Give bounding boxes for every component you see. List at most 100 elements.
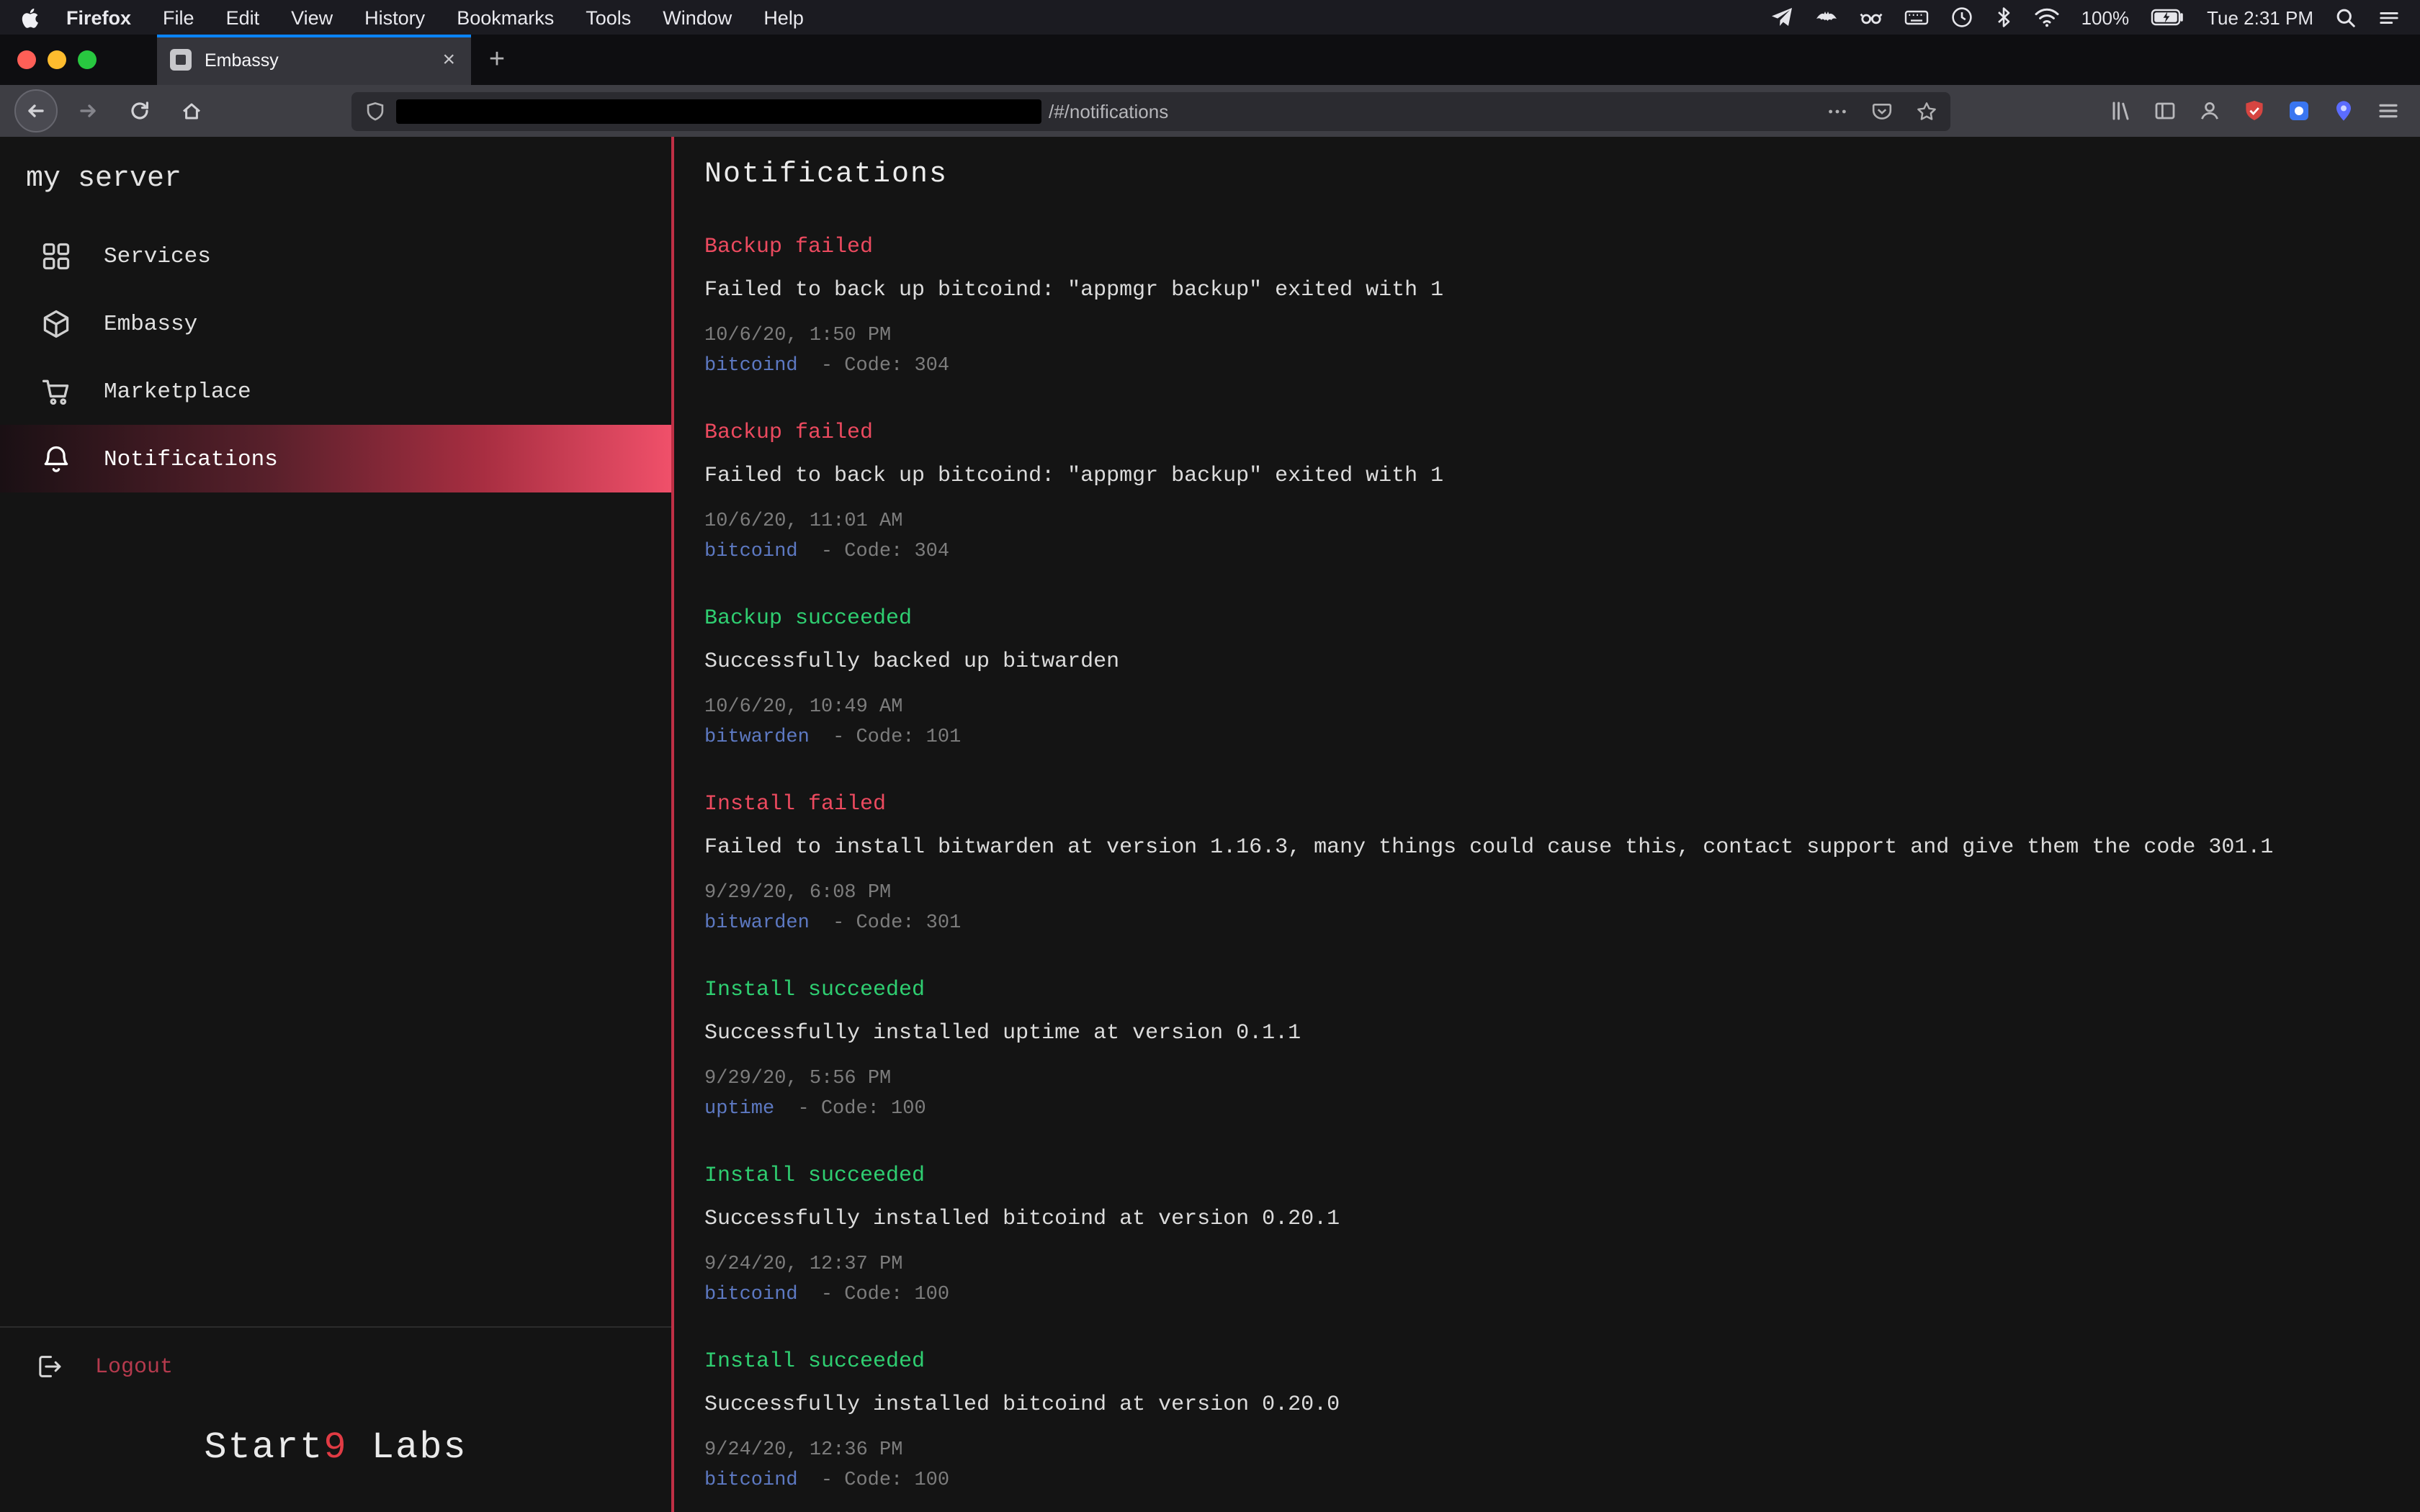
logout-button[interactable]: Logout xyxy=(0,1328,671,1405)
screen: Firefox File Edit View History Bookmarks… xyxy=(0,0,2420,1512)
menu-tools[interactable]: Tools xyxy=(570,6,647,28)
notification-service-link[interactable]: bitwarden xyxy=(704,913,810,935)
menu-edit[interactable]: Edit xyxy=(210,6,276,28)
cube-icon xyxy=(40,307,72,339)
notification-title: Install succeeded xyxy=(704,1162,2391,1191)
apple-menu-icon[interactable] xyxy=(20,6,42,28)
library-icon[interactable] xyxy=(2109,99,2132,122)
hamburger-menu-icon[interactable] xyxy=(2377,99,2400,122)
menubar-app-name[interactable]: Firefox xyxy=(50,6,147,28)
reload-button[interactable] xyxy=(118,89,161,132)
menu-bookmarks[interactable]: Bookmarks xyxy=(441,6,570,28)
notification-code: - Code: 100 xyxy=(797,1099,926,1120)
notification-message: Failed to back up bitcoind: "appmgr back… xyxy=(704,276,2391,305)
bluetooth-icon[interactable] xyxy=(1995,6,2012,29)
notification-item: Backup failed Failed to back up bitcoind… xyxy=(704,233,2391,380)
tab-favicon xyxy=(170,49,192,71)
notification-message: Successfully backed up bitwarden xyxy=(704,648,2391,677)
cart-icon xyxy=(40,375,72,407)
tab-title: Embassy xyxy=(205,50,439,70)
url-suffix-text: /#/notifications xyxy=(1049,100,1168,122)
menubar-clock[interactable]: Tue 2:31 PM xyxy=(2207,6,2313,28)
paper-plane-icon[interactable] xyxy=(1770,6,1793,29)
menu-help[interactable]: Help xyxy=(748,6,820,28)
notification-service-link[interactable]: bitcoind xyxy=(704,541,798,563)
notification-service-line: bitwarden - Code: 101 xyxy=(704,726,2391,752)
notification-service-link[interactable]: bitwarden xyxy=(704,727,810,749)
page-actions-dots-icon[interactable] xyxy=(1827,100,1848,122)
brand-labs: Labs xyxy=(348,1426,467,1469)
notification-title: Install succeeded xyxy=(704,976,2391,1005)
account-icon[interactable] xyxy=(2198,99,2221,122)
browser-tabbar: Embassy × + xyxy=(0,35,2420,85)
logout-icon xyxy=(35,1352,63,1381)
tab-close-icon[interactable]: × xyxy=(439,48,458,72)
notification-service-link[interactable]: uptime xyxy=(704,1099,774,1120)
battery-icon[interactable] xyxy=(2151,7,2185,27)
menu-history[interactable]: History xyxy=(349,6,441,28)
blue-extension-icon[interactable] xyxy=(2287,99,2311,122)
notification-message: Successfully installed bitcoind at versi… xyxy=(704,1391,2391,1420)
adblock-extension-icon[interactable] xyxy=(2243,99,2266,122)
notification-code: - Code: 301 xyxy=(833,913,961,935)
notification-service-line: bitcoind - Code: 304 xyxy=(704,540,2391,566)
pocket-icon[interactable] xyxy=(1871,100,1893,122)
notification-message: Failed to install bitwarden at version 1… xyxy=(704,834,2391,863)
sidebar-item-notifications[interactable]: Notifications xyxy=(0,425,671,492)
sidebar-item-services[interactable]: Services xyxy=(0,222,671,289)
forward-button[interactable] xyxy=(66,89,109,132)
notification-item: Install succeeded Successfully installed… xyxy=(704,1162,2391,1309)
notification-timestamp: 10/6/20, 10:49 AM xyxy=(704,696,2391,721)
notification-service-line: bitwarden - Code: 301 xyxy=(704,912,2391,937)
bookmark-star-icon[interactable] xyxy=(1916,100,1937,122)
sidebar-toggle-icon[interactable] xyxy=(2154,99,2177,122)
notification-center-icon[interactable] xyxy=(2378,6,2400,28)
menu-window[interactable]: Window xyxy=(647,6,748,28)
back-button[interactable] xyxy=(14,89,58,132)
new-tab-button[interactable]: + xyxy=(471,35,523,85)
notification-item: Install succeeded Successfully installed… xyxy=(704,976,2391,1123)
bat-icon[interactable] xyxy=(1815,6,1838,29)
sidebar-item-marketplace[interactable]: Marketplace xyxy=(0,357,671,425)
notification-code: - Code: 304 xyxy=(821,356,949,377)
notification-service-link[interactable]: bitcoind xyxy=(704,1470,798,1492)
sidebar-item-embassy[interactable]: Embassy xyxy=(0,289,671,357)
clock-icon[interactable] xyxy=(1950,6,1973,29)
glasses-icon[interactable] xyxy=(1860,6,1883,29)
sidebar-item-label: Marketplace xyxy=(104,378,251,404)
notification-timestamp: 9/24/20, 12:37 PM xyxy=(704,1253,2391,1279)
window-minimize-button[interactable] xyxy=(48,50,66,69)
menu-file[interactable]: File xyxy=(147,6,210,28)
browser-tab-embassy[interactable]: Embassy × xyxy=(157,35,471,85)
window-close-button[interactable] xyxy=(17,50,36,69)
home-button[interactable] xyxy=(170,89,213,132)
notification-service-link[interactable]: bitcoind xyxy=(704,1284,798,1306)
notification-title: Backup failed xyxy=(704,419,2391,448)
notification-code: - Code: 100 xyxy=(821,1284,949,1306)
notification-title: Install failed xyxy=(704,791,2391,819)
tracking-protection-shield-icon[interactable] xyxy=(364,100,386,122)
page-title: Notifications xyxy=(704,157,2391,194)
notification-item: Install succeeded Successfully installed… xyxy=(704,1348,2391,1495)
battery-percent[interactable]: 100% xyxy=(2081,6,2130,28)
notification-service-link[interactable]: bitcoind xyxy=(704,356,798,377)
menu-view[interactable]: View xyxy=(275,6,349,28)
url-bar[interactable]: /#/notifications xyxy=(351,91,1950,130)
bell-icon xyxy=(40,443,72,474)
pin-extension-icon[interactable] xyxy=(2332,99,2355,122)
macos-menubar: Firefox File Edit View History Bookmarks… xyxy=(0,0,2420,35)
notification-item: Backup succeeded Successfully backed up … xyxy=(704,605,2391,752)
notification-timestamp: 9/29/20, 5:56 PM xyxy=(704,1067,2391,1093)
logout-label: Logout xyxy=(95,1354,173,1379)
keyboard-icon[interactable] xyxy=(1904,6,1929,29)
notification-code: - Code: 100 xyxy=(821,1470,949,1492)
wifi-icon[interactable] xyxy=(2034,7,2060,27)
sidebar-item-label: Embassy xyxy=(104,310,197,336)
main-content: Notifications Backup failed Failed to ba… xyxy=(674,137,2420,1512)
notification-message: Successfully installed uptime at version… xyxy=(704,1020,2391,1048)
notification-service-line: bitcoind - Code: 304 xyxy=(704,354,2391,380)
notification-title: Backup failed xyxy=(704,233,2391,262)
spotlight-search-icon[interactable] xyxy=(2335,6,2357,28)
window-zoom-button[interactable] xyxy=(78,50,97,69)
sidebar-spacer xyxy=(0,492,671,1326)
